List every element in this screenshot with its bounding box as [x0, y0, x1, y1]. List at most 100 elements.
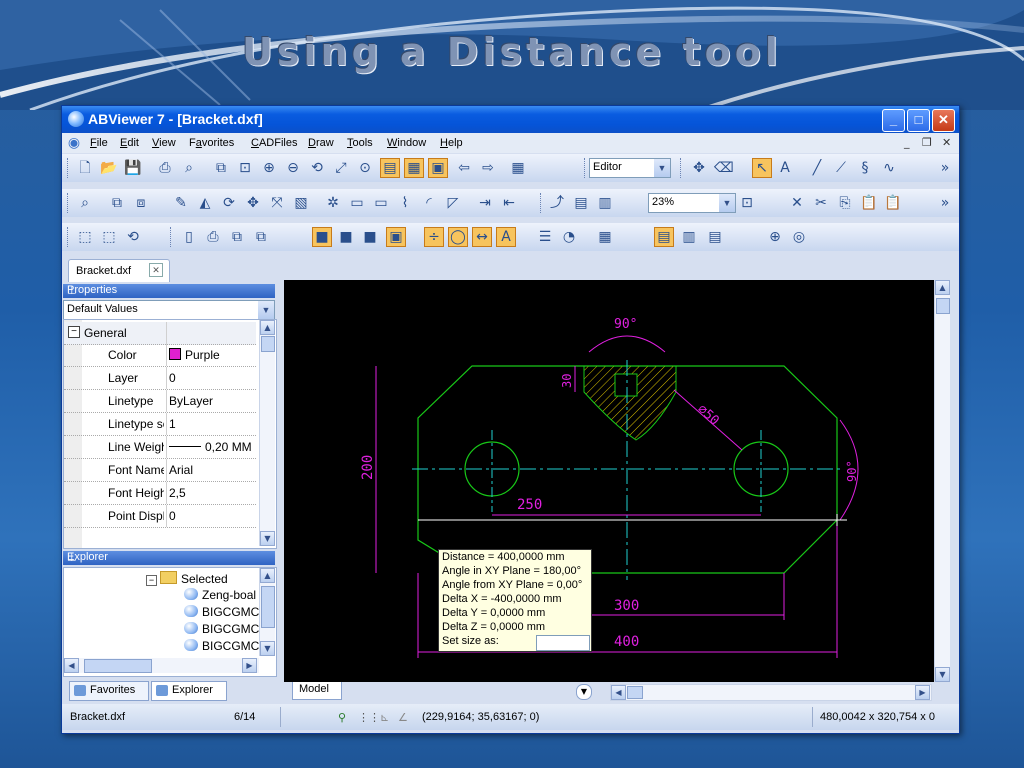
new-file-icon[interactable]: 🗋: [76, 159, 94, 177]
explorer-vscrollbar[interactable]: ▲ ▼: [259, 568, 275, 656]
property-row-point-display[interactable]: Point Displ 0: [64, 505, 256, 528]
minimize-button[interactable]: _: [882, 109, 905, 132]
delete-icon[interactable]: ✕: [788, 194, 806, 212]
property-row-linetype[interactable]: Linetype ByLayer: [64, 390, 256, 413]
menu-draw[interactable]: Draw: [308, 137, 334, 149]
trim-icon[interactable]: ⇤: [500, 194, 518, 212]
fillet-icon[interactable]: ◜: [420, 194, 438, 212]
thumbnail-view-icon[interactable]: ▤: [380, 158, 400, 178]
copy-image-icon[interactable]: ⧉: [212, 159, 230, 177]
collapse-icon[interactable]: −: [146, 575, 157, 586]
zoom-previous-icon[interactable]: ⟲: [308, 159, 326, 177]
mode-select[interactable]: Editor ▼: [589, 158, 671, 178]
clipboard-icon[interactable]: ▭: [348, 194, 366, 212]
explorer-hscrollbar[interactable]: ◀ ▶: [64, 658, 259, 673]
pin-icon[interactable]: ⊥: [67, 284, 269, 297]
zoom-select[interactable]: 23% ▼: [648, 193, 736, 213]
forward-arrow-icon[interactable]: ⇨: [479, 159, 497, 177]
cut-icon[interactable]: ✂: [812, 194, 830, 212]
snap-icon[interactable]: ⚲: [338, 711, 346, 724]
text-style-icon[interactable]: A: [496, 227, 516, 247]
set-size-input[interactable]: [536, 635, 590, 651]
page-icon[interactable]: ▯: [180, 228, 198, 246]
toolbar-grip[interactable]: [67, 158, 71, 178]
properties-filter-select[interactable]: Default Values ▼: [63, 300, 275, 320]
preview-view-icon[interactable]: ▣: [428, 158, 448, 178]
drawing-canvas[interactable]: 200 30 90° ⌀50 90° 250 300 400: [284, 280, 941, 682]
menu-file[interactable]: File: [90, 137, 108, 149]
ortho-icon[interactable]: ⊾: [380, 711, 389, 724]
scroll-up-icon[interactable]: ▲: [935, 280, 950, 295]
block-icon[interactable]: ▧: [292, 194, 310, 212]
toolbar-grip[interactable]: [540, 193, 544, 213]
collapse-icon[interactable]: −: [68, 326, 80, 338]
toolbar-grip[interactable]: [67, 193, 71, 213]
scroll-thumb[interactable]: [936, 298, 950, 314]
paste-icon[interactable]: 📋: [860, 194, 878, 212]
extend-icon[interactable]: ⇥: [476, 194, 494, 212]
select-arrow-icon[interactable]: ↖: [752, 158, 772, 178]
eraser-icon[interactable]: ⌫: [714, 159, 734, 177]
document-tab[interactable]: Bracket.dxf ✕: [68, 259, 170, 282]
copy-icon[interactable]: ⎘: [836, 194, 854, 212]
menu-tools[interactable]: Tools: [347, 137, 373, 149]
properties-grid-icon[interactable]: ▦: [596, 228, 614, 246]
close-button[interactable]: ✕: [932, 109, 955, 132]
move-icon[interactable]: ✥: [244, 194, 262, 212]
save-icon[interactable]: 💾: [124, 159, 142, 177]
scroll-thumb[interactable]: [84, 659, 152, 673]
orbit-3d-icon[interactable]: ⟲: [124, 228, 142, 246]
mdi-minimize-icon[interactable]: _: [904, 136, 910, 149]
measure-icon[interactable]: ⌇: [396, 194, 414, 212]
chevron-down-icon[interactable]: ▼: [258, 301, 274, 319]
explode-icon[interactable]: ✲: [324, 194, 342, 212]
toolbar-grip[interactable]: [67, 227, 71, 247]
scroll-down-icon[interactable]: ▼: [260, 531, 275, 546]
export-bmp-icon[interactable]: ▤: [572, 194, 590, 212]
text-tool-icon[interactable]: A: [776, 159, 794, 177]
chamfer-icon[interactable]: ◸: [444, 194, 462, 212]
spline-tool-icon[interactable]: §: [856, 159, 874, 177]
tree-item-file[interactable]: BIGCGMC: [184, 639, 259, 653]
layers-list-icon[interactable]: ☰: [536, 228, 554, 246]
chart-icon[interactable]: ▥: [680, 228, 698, 246]
layout-menu-icon[interactable]: ▼: [576, 684, 592, 700]
pages-icon[interactable]: ⧉: [228, 228, 246, 246]
chevron-down-icon[interactable]: ▼: [654, 159, 670, 177]
scroll-up-icon[interactable]: ▲: [260, 568, 275, 583]
property-group-row[interactable]: − General: [64, 322, 256, 345]
title-bar[interactable]: ABViewer 7 - [Bracket.dxf] _ □ ✕: [62, 106, 959, 133]
mirror-icon[interactable]: ◭: [196, 194, 214, 212]
mdi-restore-icon[interactable]: ❐: [922, 136, 932, 149]
cross-pointer-icon[interactable]: ✥: [690, 159, 708, 177]
browser-view-icon[interactable]: ▦: [404, 158, 424, 178]
tree-item-selected[interactable]: − Selected: [146, 571, 228, 586]
toolbar-grip[interactable]: [170, 227, 174, 247]
tab-favorites[interactable]: Favorites: [69, 681, 149, 701]
grid-icon[interactable]: ⋮⋮: [358, 711, 380, 724]
scroll-thumb[interactable]: [627, 686, 643, 699]
white-background-icon[interactable]: ▣: [386, 227, 406, 247]
scroll-right-icon[interactable]: ▶: [915, 685, 930, 700]
tree-item-file[interactable]: BIGCGMC: [184, 622, 259, 636]
tab-model[interactable]: Model: [292, 682, 342, 700]
scroll-thumb[interactable]: [261, 336, 275, 352]
toolbar-overflow-icon[interactable]: »: [936, 194, 954, 212]
export-emf-icon[interactable]: ▥: [596, 194, 614, 212]
line-tool-icon[interactable]: ╱: [808, 159, 826, 177]
scroll-thumb[interactable]: [261, 586, 275, 628]
scroll-up-icon[interactable]: ▲: [260, 320, 275, 335]
scroll-left-icon[interactable]: ◀: [64, 658, 79, 673]
compass-icon[interactable]: ◎: [790, 228, 808, 246]
paste-special-icon[interactable]: 📋: [884, 194, 902, 212]
toolbar-grip[interactable]: [680, 158, 684, 178]
print-icon[interactable]: ⎙: [156, 159, 174, 177]
zoom-rect-icon[interactable]: ⊡: [236, 159, 254, 177]
property-row-line-weight[interactable]: Line Weigh 0,20 MM: [64, 436, 256, 459]
hide-panel-icon[interactable]: ▤: [706, 228, 724, 246]
property-row-linetype-scale[interactable]: Linetype sc 1: [64, 413, 256, 436]
tree-item-file[interactable]: Zeng-boal: [184, 588, 256, 602]
zoom-extents-icon[interactable]: ⊙: [356, 159, 374, 177]
zoom-out-icon[interactable]: ⊖: [284, 159, 302, 177]
open-folder-icon[interactable]: 📂: [100, 159, 118, 177]
